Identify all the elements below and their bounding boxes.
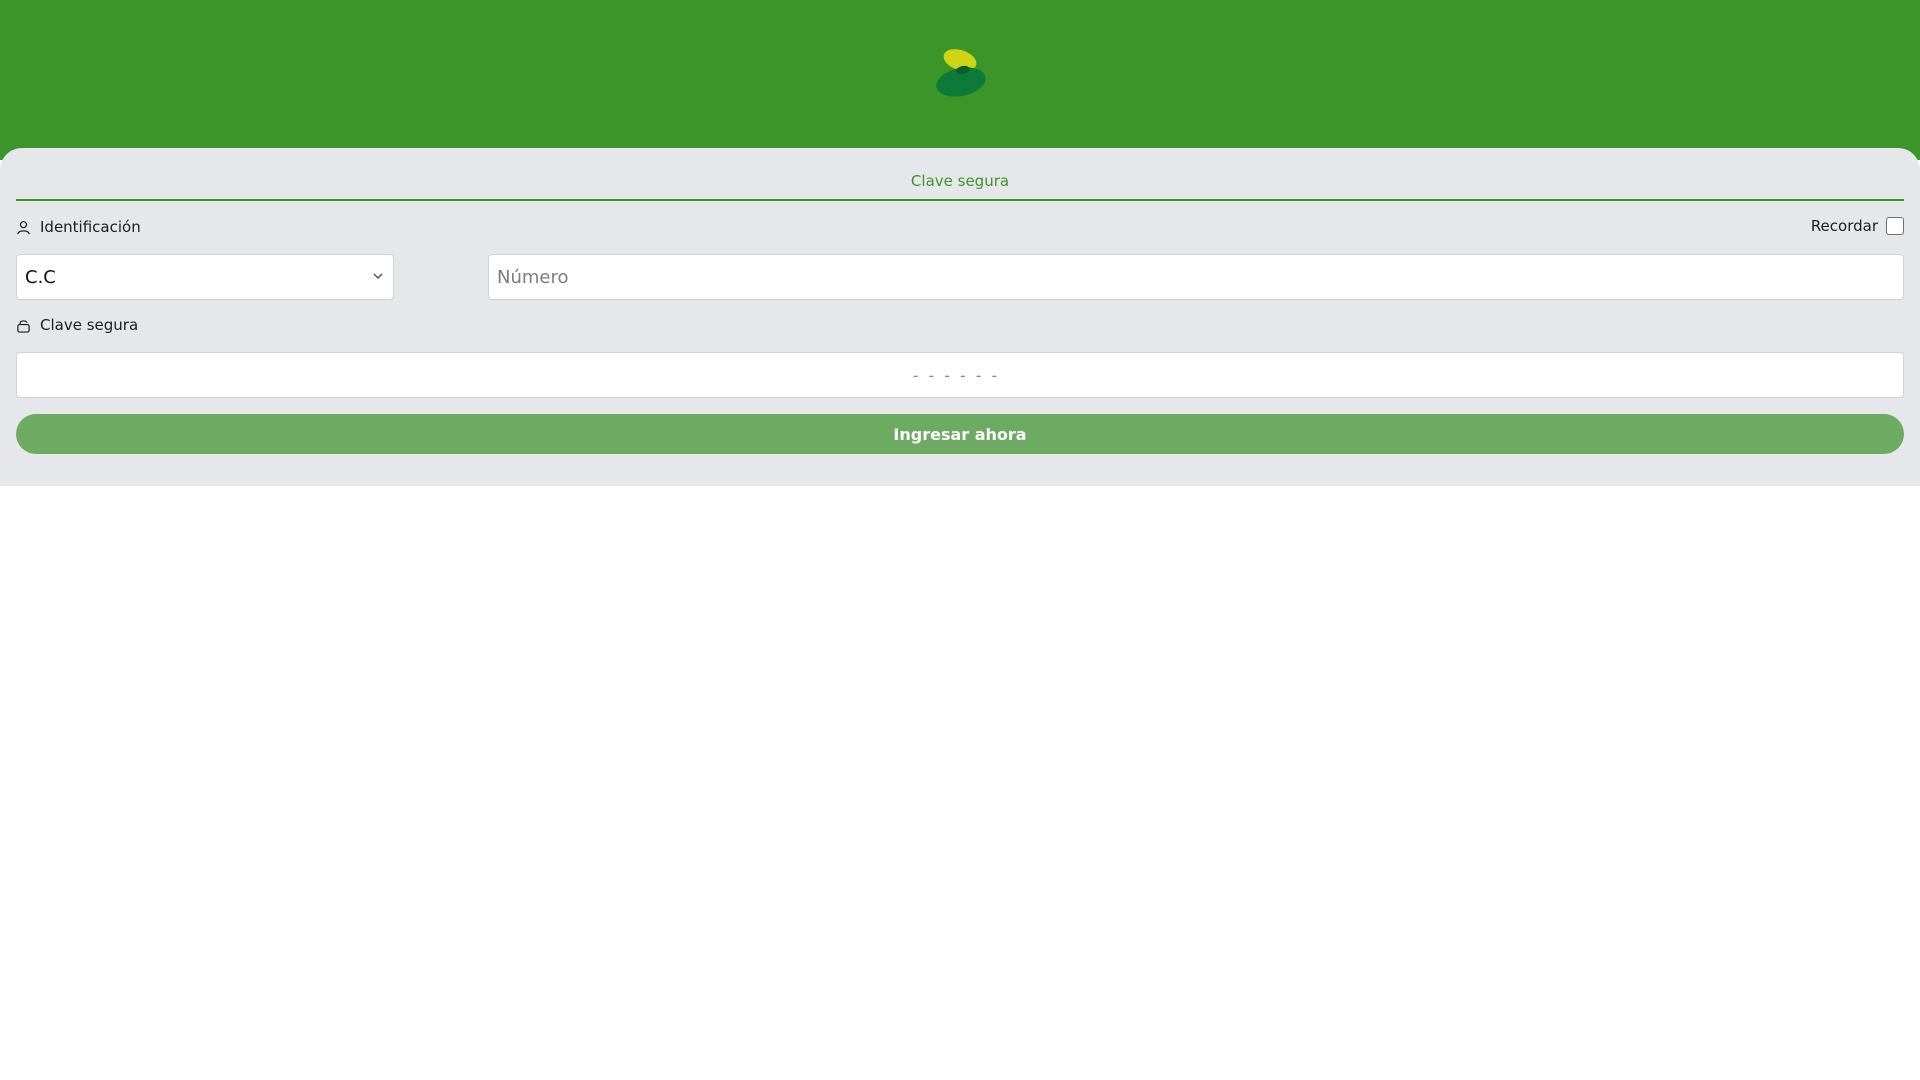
tab-underline <box>16 199 1904 201</box>
remember-checkbox[interactable] <box>1886 217 1904 235</box>
identification-label-row: Identificación <box>16 218 141 236</box>
key-label-row: Clave segura <box>16 316 138 334</box>
remember-label: Recordar <box>1810 217 1878 235</box>
submit-button[interactable]: Ingresar ahora <box>16 414 1904 454</box>
chevron-down-icon <box>373 273 383 279</box>
remember-control[interactable]: Recordar <box>1811 217 1904 235</box>
doc-type-value: C.C <box>25 266 56 288</box>
identification-label: Identificación <box>40 218 141 236</box>
key-label: Clave segura <box>40 316 139 334</box>
secure-key-input[interactable] <box>16 352 1904 398</box>
doc-type-select[interactable]: C.C <box>16 254 394 300</box>
tab-clave-segura[interactable]: Clave segura <box>16 172 1904 190</box>
leaf-logo-icon <box>936 49 986 97</box>
user-icon <box>17 220 30 234</box>
lock-icon <box>17 319 30 333</box>
header-bar <box>0 0 1920 160</box>
number-input[interactable] <box>488 254 1904 300</box>
